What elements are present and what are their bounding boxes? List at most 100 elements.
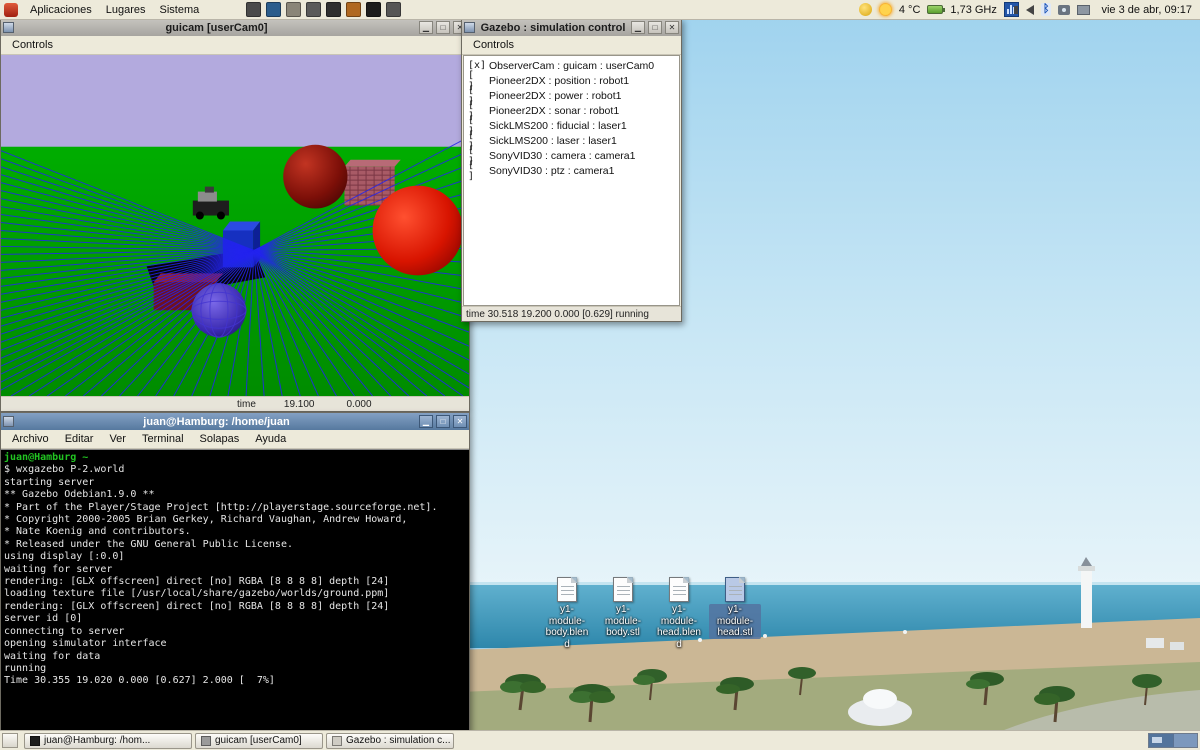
minimize-button[interactable]: ▁ <box>419 21 433 34</box>
interface-label: SonyVID30 : camera : camera1 <box>489 150 635 162</box>
minimize-button[interactable]: ▁ <box>419 415 433 428</box>
screenshot-launcher-icon[interactable] <box>246 2 261 17</box>
interface-checkbox-row[interactable]: [ ] Pioneer2DX : power : robot1 <box>464 88 679 103</box>
interface-label: SickLMS200 : laser : laser1 <box>489 135 617 147</box>
desktop-icon-label: y1-module-body.stl <box>597 604 649 639</box>
simulation-scene <box>1 55 469 396</box>
maximize-button[interactable]: □ <box>436 21 450 34</box>
desktop-icon-label: y1-module-head.stl <box>709 604 761 639</box>
mail-launcher-icon[interactable] <box>286 2 301 17</box>
blender-launcher-icon[interactable] <box>346 2 361 17</box>
guicam-menubar: Controls <box>1 36 469 55</box>
desktop-icon[interactable]: y1-module-head.stl <box>709 577 761 650</box>
weather-sun-icon[interactable] <box>879 3 892 16</box>
battery-icon[interactable] <box>927 5 943 14</box>
distro-menu-icon[interactable] <box>4 3 18 17</box>
media-player-launcher-icon[interactable] <box>326 2 341 17</box>
panel-menu[interactable]: Lugares <box>99 2 153 18</box>
terminal-line: waiting for server <box>4 564 466 576</box>
desktop-icon[interactable]: y1-module-body.stl <box>597 577 649 650</box>
workspace-2[interactable] <box>1173 734 1197 747</box>
task-button[interactable]: juan@Hamburg: /hom... <box>24 733 192 749</box>
desktop-icon[interactable]: y1-module-body.blend <box>541 577 593 650</box>
task-button[interactable]: Gazebo : simulation c... <box>326 733 454 749</box>
task-button-label: guicam [userCam0] <box>215 735 302 746</box>
controls-menu[interactable]: Controls <box>4 37 61 53</box>
wireframe-sphere <box>192 283 246 337</box>
terminal-menu[interactable]: Editar <box>57 431 102 447</box>
minimize-button[interactable]: ▁ <box>631 21 645 34</box>
network-icon[interactable] <box>1077 5 1090 15</box>
terminal-launcher-icon[interactable] <box>366 2 381 17</box>
clock[interactable]: vie 3 de abr, 09:17 <box>1097 4 1196 16</box>
desktop-icon[interactable]: y1-module-head.blend <box>653 577 705 650</box>
weather-temp[interactable]: 4 °C <box>899 4 921 16</box>
panel-menu[interactable]: Sistema <box>153 2 207 18</box>
camera-icon[interactable] <box>1058 5 1070 15</box>
terminal-line: ** Gazebo Odebian1.9.0 ** <box>4 489 466 501</box>
simcontrol-title: Gazebo : simulation control <box>478 22 628 34</box>
desktop-icon-label: y1-module-body.blend <box>541 604 593 650</box>
panel-launchers <box>246 2 401 17</box>
terminal-line: * Nate Koenig and contributors. <box>4 526 466 538</box>
interface-checkbox-row[interactable]: [ ] SickLMS200 : fiducial : laser1 <box>464 118 679 133</box>
maximize-button[interactable]: □ <box>436 415 450 428</box>
interface-checkbox-row[interactable]: [ ] Pioneer2DX : sonar : robot1 <box>464 103 679 118</box>
terminal-line: * Copyright 2000-2005 Brian Gerkey, Rich… <box>4 514 466 526</box>
window-menu-icon[interactable] <box>3 22 14 33</box>
terminal-line: using display [:0.0] <box>4 551 466 563</box>
task-window-icon <box>201 736 211 746</box>
terminal-menu[interactable]: Terminal <box>134 431 192 447</box>
sim-time-value: 19.100 <box>284 399 315 410</box>
terminal-menu[interactable]: Ayuda <box>247 431 294 447</box>
terminal-line: server id [0] <box>4 613 466 625</box>
panel-menu[interactable]: Aplicaciones <box>23 2 99 18</box>
controls-menu[interactable]: Controls <box>465 37 522 53</box>
interface-label: Pioneer2DX : position : robot1 <box>489 75 629 87</box>
window-menu-icon[interactable] <box>3 416 14 427</box>
checkbox[interactable]: [ ] <box>468 160 484 182</box>
show-desktop-button[interactable] <box>2 733 18 748</box>
workspace-switcher[interactable] <box>1148 733 1198 748</box>
interface-label: Pioneer2DX : sonar : robot1 <box>489 105 619 117</box>
task-button[interactable]: guicam [userCam0] <box>195 733 323 749</box>
close-button[interactable]: ✕ <box>453 415 467 428</box>
file-icon <box>557 577 577 602</box>
terminal-line: * Part of the Player/Stage Project [http… <box>4 502 466 514</box>
terminal-menu[interactable]: Solapas <box>192 431 248 447</box>
window-menu-icon[interactable] <box>464 22 475 33</box>
simcontrol-window: Gazebo : simulation control ▁ □ ✕ Contro… <box>461 18 682 322</box>
interface-label: Pioneer2DX : power : robot1 <box>489 90 622 102</box>
interface-checkbox-row[interactable]: [ ] Pioneer2DX : position : robot1 <box>464 73 679 88</box>
terminal-menu[interactable]: Archivo <box>4 431 57 447</box>
update-notifier-icon[interactable] <box>859 3 872 16</box>
task-button-list: juan@Hamburg: /hom... guicam [userCam0] Ga… <box>24 733 454 749</box>
desktop: y1-module-body.blend y1-module-body.stl … <box>0 0 1200 750</box>
interface-checkbox-row[interactable]: [ ] SonyVID30 : camera : camera1 <box>464 148 679 163</box>
simcontrol-titlebar[interactable]: Gazebo : simulation control ▁ □ ✕ <box>462 19 681 36</box>
camera-viewport[interactable] <box>1 55 469 396</box>
browser-launcher-icon[interactable] <box>266 2 281 17</box>
terminal-line: rendering: [GLX offscreen] direct [no] R… <box>4 576 466 588</box>
simcontrol-menubar: Controls <box>462 36 681 55</box>
gazebo-launcher-icon[interactable] <box>386 2 401 17</box>
close-button[interactable]: ✕ <box>665 21 679 34</box>
interface-checkbox-row[interactable]: [x] ObserverCam : guicam : userCam0 <box>464 58 679 73</box>
terminal-menu[interactable]: Ver <box>101 431 134 447</box>
file-icon <box>725 577 745 602</box>
terminal-line: * Released under the GNU General Public … <box>4 539 466 551</box>
terminal-line: connecting to server <box>4 626 466 638</box>
volume-icon[interactable] <box>1026 5 1034 15</box>
terminal-output[interactable]: juan@Hamburg ~$ wxgazebo P-2.worldstarti… <box>1 449 469 732</box>
workspace-1[interactable] <box>1149 734 1173 747</box>
sim-status-text: time 30.518 19.200 0.000 [0.629] running <box>466 309 649 320</box>
terminal-titlebar[interactable]: juan@Hamburg: /home/juan ▁ □ ✕ <box>1 413 469 430</box>
editor-launcher-icon[interactable] <box>306 2 321 17</box>
interface-checkbox-row[interactable]: [ ] SonyVID30 : ptz : camera1 <box>464 163 679 178</box>
interface-checkbox-row[interactable]: [ ] SickLMS200 : laser : laser1 <box>464 133 679 148</box>
cpu-frequency[interactable]: 1,73 GHz <box>950 4 996 16</box>
maximize-button[interactable]: □ <box>648 21 662 34</box>
guicam-titlebar[interactable]: guicam [userCam0] ▁ □ ✕ <box>1 19 469 36</box>
bluetooth-icon[interactable]: ᛒ <box>1041 3 1052 16</box>
scene-sky <box>1 55 469 147</box>
